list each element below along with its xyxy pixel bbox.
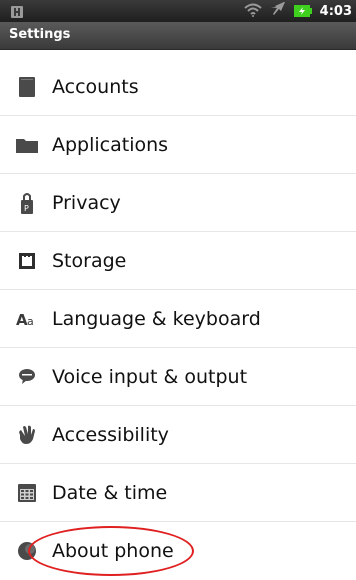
settings-item-label: Privacy [52, 192, 121, 214]
lock-icon: P [16, 192, 38, 214]
settings-item-label: Accessibility [52, 424, 169, 446]
settings-item-label: Language & keyboard [52, 308, 261, 330]
page-title: Settings [9, 27, 71, 42]
language-icon: Aa [16, 308, 38, 330]
settings-item-label: About phone [52, 540, 174, 562]
info-icon [16, 540, 38, 562]
svg-text:P: P [24, 204, 29, 213]
settings-item-date-time[interactable]: Date & time [0, 464, 356, 522]
settings-item-label: Accounts [52, 76, 139, 98]
battery-icon [293, 2, 312, 21]
sd-card-icon [16, 250, 38, 272]
wifi-icon [243, 2, 262, 21]
settings-item-storage[interactable]: Storage [0, 232, 356, 290]
speech-bubble-icon [16, 366, 38, 388]
settings-item-label: Storage [52, 250, 127, 272]
settings-item-accessibility[interactable]: Accessibility [0, 406, 356, 464]
folder-icon [16, 134, 38, 156]
accounts-icon [16, 76, 38, 98]
settings-item-about-phone[interactable]: About phone [0, 522, 356, 580]
settings-item-accounts[interactable]: Accounts [0, 58, 356, 116]
usb-icon [10, 4, 24, 18]
airplane-icon [270, 1, 286, 21]
status-clock: 4:03 [319, 3, 352, 19]
settings-item-label: Voice input & output [52, 366, 248, 388]
settings-item-applications[interactable]: Applications [0, 116, 356, 174]
calendar-icon [16, 482, 38, 504]
settings-item-label: Applications [52, 134, 169, 156]
title-bar: Settings [0, 22, 356, 50]
hand-icon [16, 424, 38, 446]
svg-text:a: a [27, 315, 34, 327]
settings-item-label: Date & time [52, 482, 168, 504]
settings-item-privacy[interactable]: P Privacy [0, 174, 356, 232]
settings-list: Accounts Applications P Privacy Storage … [0, 58, 356, 580]
settings-item-voice-input-output[interactable]: Voice input & output [0, 348, 356, 406]
status-bar: 4:03 [0, 0, 356, 22]
settings-item-language-keyboard[interactable]: Aa Language & keyboard [0, 290, 356, 348]
